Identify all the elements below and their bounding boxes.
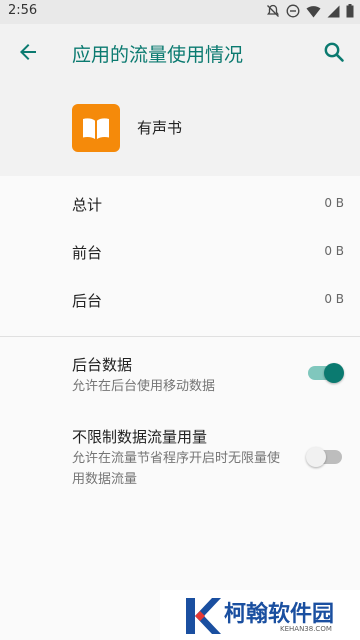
setting-title: 不限制数据流量用量 <box>72 428 208 446</box>
setting-title: 后台数据 <box>72 356 133 374</box>
usage-value: 0 B <box>324 244 344 258</box>
app-header: 有声书 <box>0 80 360 176</box>
book-icon <box>83 118 109 139</box>
usage-row-background: 后台 0 B <box>0 276 360 324</box>
notifications-off-icon <box>267 4 279 17</box>
app-icon <box>72 104 120 152</box>
switch-thumb <box>306 447 326 467</box>
wifi-icon <box>306 5 321 17</box>
search-icon[interactable] <box>320 38 348 66</box>
switch-thumb <box>324 363 344 383</box>
setting-summary: 允许在后台使用移动数据 <box>72 379 216 394</box>
usage-row-total: 总计 0 B <box>0 180 360 228</box>
k-logo-icon <box>186 598 221 634</box>
status-icons <box>266 4 354 18</box>
background-data-setting[interactable]: 后台数据 允许在后台使用移动数据 <box>0 354 360 410</box>
app-bar: 应用的流量使用情况 <box>0 24 360 80</box>
watermark-subtext: KEHAN38.COM <box>280 625 332 633</box>
divider <box>0 336 360 337</box>
app-name: 有声书 <box>137 119 183 137</box>
unrestricted-data-setting[interactable]: 不限制数据流量用量 允许在流量节省程序开启时无限量使用数据流量 <box>0 426 360 496</box>
page-title: 应用的流量使用情况 <box>72 44 244 66</box>
usage-value: 0 B <box>324 292 344 306</box>
signal-icon <box>327 5 340 17</box>
battery-icon <box>346 4 354 18</box>
usage-label: 总计 <box>72 196 103 214</box>
usage-label: 后台 <box>72 292 103 310</box>
watermark: 柯翰软件园 KEHAN38.COM <box>160 590 360 640</box>
usage-row-foreground: 前台 0 B <box>0 228 360 276</box>
unrestricted-data-switch[interactable] <box>306 447 342 467</box>
status-bar: 2:56 <box>0 0 360 24</box>
usage-panel: 总计 0 B 前台 0 B 后台 0 B 后台数据 允许在后台使用移动数据 不限… <box>0 176 360 640</box>
status-time: 2:56 <box>8 3 38 18</box>
back-arrow-icon[interactable] <box>14 38 42 66</box>
usage-value: 0 B <box>324 196 344 210</box>
watermark-text: 柯翰软件园 <box>224 602 335 627</box>
do-not-disturb-icon <box>286 4 300 18</box>
usage-label: 前台 <box>72 244 103 262</box>
setting-summary: 允许在流量节省程序开启时无限量使用数据流量 <box>72 451 281 487</box>
background-data-switch[interactable] <box>308 363 344 383</box>
